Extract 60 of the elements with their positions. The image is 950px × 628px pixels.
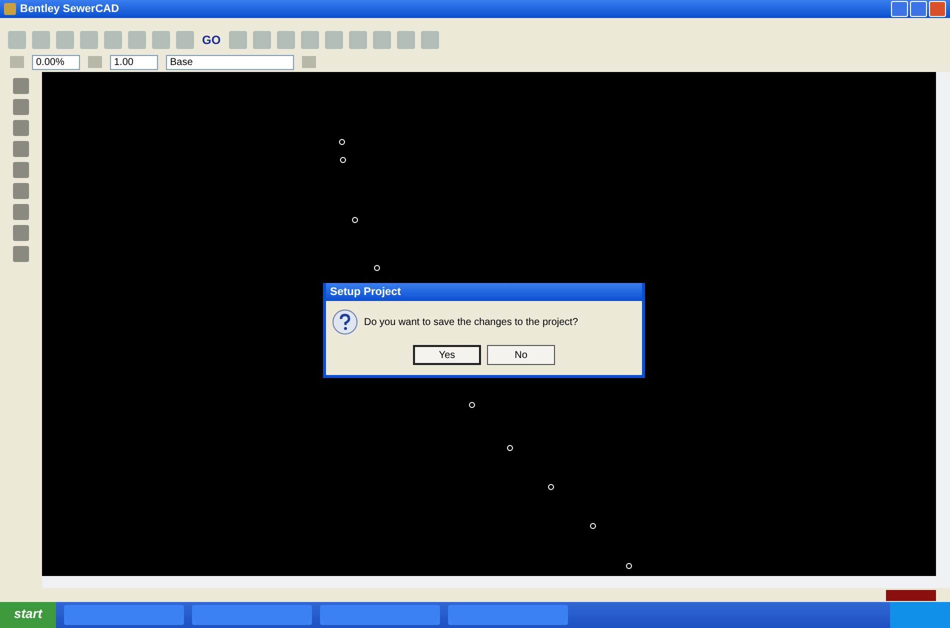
toolbar-icon[interactable]	[252, 31, 271, 49]
system-tray	[890, 602, 950, 628]
toolbar-icon[interactable]	[8, 31, 26, 49]
dialog-title: Setup Project	[326, 283, 642, 301]
toolbar-icon[interactable]	[372, 31, 391, 49]
factor-field[interactable]: 1.00	[110, 54, 158, 70]
toolbar-icon[interactable]	[88, 56, 102, 68]
percent-field[interactable]: 0.00%	[32, 54, 80, 70]
toolbar-icon[interactable]	[56, 31, 74, 49]
node-drawing	[626, 563, 632, 569]
toolbar-icon[interactable]	[300, 31, 319, 49]
question-icon	[332, 309, 358, 335]
maximize-button[interactable]	[910, 1, 927, 17]
taskbar-button[interactable]	[448, 605, 568, 625]
tool-icon[interactable]	[13, 99, 29, 115]
dialog-button[interactable]: Yes	[413, 345, 481, 365]
node-drawing	[469, 402, 475, 408]
node-drawing	[352, 217, 358, 223]
toolbar-icon[interactable]	[228, 31, 247, 49]
go-button[interactable]: GO	[200, 33, 223, 47]
tool-icon[interactable]	[13, 183, 29, 199]
horizontal-scrollbar[interactable]	[42, 576, 950, 588]
tool-icon[interactable]	[13, 246, 29, 262]
taskbar-button[interactable]	[64, 605, 184, 625]
toolbar-icon[interactable]	[176, 31, 194, 49]
tool-icon[interactable]	[13, 162, 29, 178]
dialog-message: Do you want to save the changes to the project?	[364, 316, 578, 328]
node-drawing	[590, 523, 596, 529]
node-drawing	[507, 445, 513, 451]
toolbar-icon[interactable]	[80, 31, 98, 49]
node-drawing	[339, 139, 345, 145]
app-icon	[4, 3, 16, 15]
dialog-button[interactable]: No	[487, 345, 555, 365]
toolbar-icon[interactable]	[128, 31, 146, 49]
tool-icon[interactable]	[13, 78, 29, 94]
tool-icon[interactable]	[13, 120, 29, 136]
toolbar-icon[interactable]	[104, 31, 122, 49]
node-drawing	[374, 265, 380, 271]
window-title: Bentley SewerCAD	[20, 3, 120, 15]
toolbar-icon[interactable]	[420, 31, 439, 49]
toolbar-icon[interactable]	[276, 31, 295, 49]
tool-icon[interactable]	[13, 204, 29, 220]
status-panel	[886, 590, 936, 600]
taskbar-button[interactable]	[320, 605, 440, 625]
toolbar-icon[interactable]	[152, 31, 170, 49]
scenario-dropdown[interactable]: Base	[166, 54, 294, 70]
toolbar-icon[interactable]	[324, 31, 343, 49]
tool-icon[interactable]	[13, 225, 29, 241]
start-button[interactable]: start	[0, 602, 56, 628]
toolbar-icon[interactable]	[32, 31, 50, 49]
taskbar-button[interactable]	[192, 605, 312, 625]
toolbar-icon[interactable]	[348, 31, 367, 49]
minimize-button[interactable]	[891, 1, 908, 17]
toolbar-icon[interactable]	[396, 31, 415, 49]
close-button[interactable]	[929, 1, 946, 17]
toolbar-icon[interactable]	[10, 56, 24, 68]
node-drawing	[340, 157, 346, 163]
node-drawing	[548, 484, 554, 490]
vertical-scrollbar[interactable]	[936, 72, 950, 576]
tool-icon[interactable]	[13, 141, 29, 157]
